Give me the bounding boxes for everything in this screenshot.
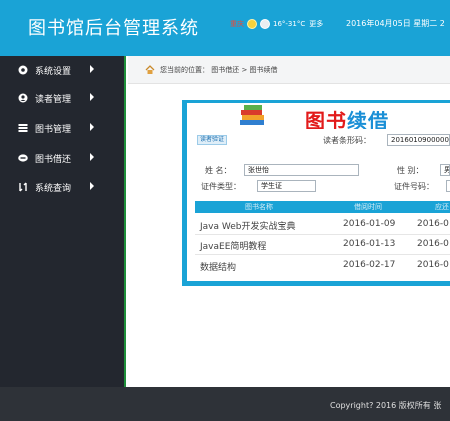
- table-cell: 2016-0: [417, 219, 449, 229]
- sidebar-item-reader-management[interactable]: 读者管理: [0, 84, 124, 112]
- borrow-table-header: 图书名称 借阅时间 应还: [195, 201, 450, 213]
- reader-barcode-field[interactable]: 201601090000001: [387, 134, 450, 146]
- table-cell: Java Web开发实战宝典: [200, 222, 296, 232]
- weather-city[interactable]: 重庆: [230, 19, 244, 29]
- reader-verify-tag: 读者验证: [197, 135, 228, 145]
- table-cell: 2016-0: [417, 239, 449, 249]
- gender-label: 性 别：: [397, 166, 424, 175]
- sidebar-item-label: 图书管理: [35, 124, 72, 135]
- table-cell: JavaEE简明教程: [200, 242, 267, 252]
- row-divider: [195, 254, 450, 255]
- current-datetime: 2016年04月05日 星期二 2: [346, 19, 445, 28]
- chevron-right-icon: [90, 65, 94, 73]
- top-header: 图书馆后台管理系统 重庆 16°-31°C 更多 2016年04月05日 星期二…: [0, 0, 450, 56]
- chevron-right-icon: [90, 182, 94, 190]
- panel-banner: 图书续借: [187, 103, 450, 133]
- cloud-icon: [260, 19, 270, 29]
- borrow-icon: [18, 153, 28, 163]
- sidebar-item-label: 图书借还: [35, 154, 72, 165]
- home-icon: [145, 65, 155, 74]
- breadcrumb: 您当前的位置： 图书借还 > 图书续借: [160, 66, 278, 74]
- table-cell: 2016-01-09: [343, 219, 396, 229]
- app-title: 图书馆后台管理系统: [28, 18, 199, 39]
- panel-body: 读者验证 读者条形码： 201601090000001 姓 名： 张世怡 性 别…: [187, 129, 450, 281]
- table-cell: 2016-02-17: [343, 260, 396, 270]
- chevron-right-icon: [90, 153, 94, 161]
- weather-widget[interactable]: 重庆 16°-31°C 更多: [230, 17, 323, 31]
- sidebar-item-system-query[interactable]: 系统查询: [0, 173, 124, 201]
- reader-name-field[interactable]: 张世怡: [244, 164, 359, 176]
- chevron-right-icon: [90, 123, 94, 131]
- sidebar-item-book-management[interactable]: 图书管理: [0, 114, 124, 142]
- table-cell: 2016-01-13: [343, 239, 396, 249]
- sun-icon: [247, 19, 257, 29]
- book-renew-panel: 图书续借 读者验证 读者条形码： 201601090000001 姓 名： 张世…: [182, 100, 450, 286]
- weather-temp: 16°-31°C: [273, 20, 306, 28]
- reader-gender-field[interactable]: 男: [440, 164, 450, 176]
- sidebar-item-label: 读者管理: [35, 94, 72, 105]
- books-stack-icon: [18, 123, 28, 133]
- column-header: 图书名称: [245, 203, 273, 211]
- sidebar-item-borrow-return[interactable]: 图书借还: [0, 144, 124, 172]
- table-cell: 2016-0: [417, 260, 449, 270]
- barcode-label: 读者条形码：: [323, 136, 371, 145]
- chevron-right-icon: [90, 93, 94, 101]
- sidebar: 系统设置 读者管理 图书管理 图书借还 系统查询: [0, 56, 126, 387]
- sidebar-item-label: 系统设置: [35, 66, 72, 77]
- books-icon: [240, 105, 264, 125]
- gear-icon: [18, 65, 28, 75]
- id-number-field[interactable]: [446, 180, 450, 192]
- weather-more-link[interactable]: 更多: [309, 19, 323, 29]
- name-label: 姓 名：: [205, 166, 232, 175]
- copyright-text: Copyright? 2016 版权所有 张: [330, 401, 442, 410]
- reader-icon: [18, 93, 28, 103]
- breadcrumb-bar: 您当前的位置： 图书借还 > 图书续借: [128, 56, 450, 84]
- footer: Copyright? 2016 版权所有 张: [0, 387, 450, 421]
- id-type-label: 证件类型：: [201, 182, 241, 191]
- sidebar-item-system-settings[interactable]: 系统设置: [0, 56, 124, 84]
- query-icon: [18, 182, 28, 192]
- table-cell: 数据结构: [200, 263, 237, 273]
- column-header: 应还: [435, 203, 449, 211]
- sidebar-item-label: 系统查询: [35, 183, 72, 194]
- id-number-label: 证件号码：: [394, 182, 434, 191]
- column-header: 借阅时间: [354, 203, 382, 211]
- row-divider: [195, 234, 450, 235]
- id-type-field[interactable]: 学生证: [257, 180, 316, 192]
